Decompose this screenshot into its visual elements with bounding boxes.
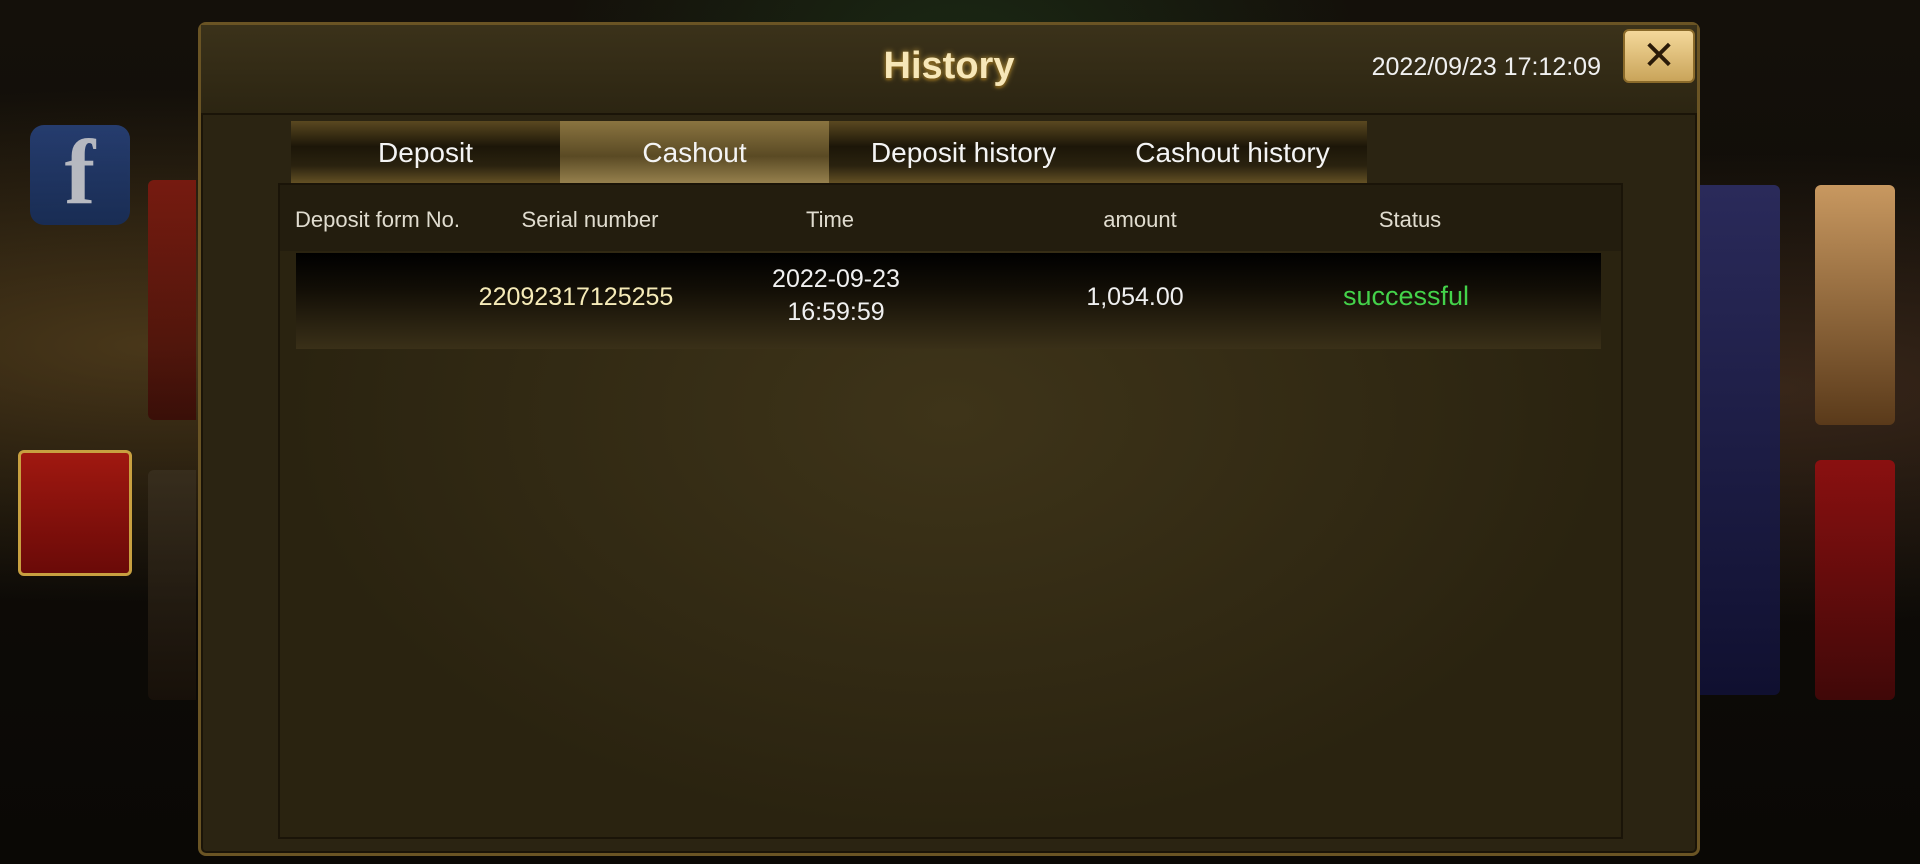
column-deposit-form-no: Deposit form No.: [294, 207, 461, 232]
column-status: Status: [1378, 207, 1442, 232]
game-card-left-1[interactable]: [148, 180, 196, 420]
current-datetime: 2022/09/23 17:12:09: [1371, 53, 1601, 81]
column-serial-number: Serial number: [521, 207, 659, 232]
history-modal: History 2022/09/23 17:12:09 ✕ Deposit Ca…: [198, 22, 1700, 856]
cell-amount: 1,054.00: [1086, 283, 1184, 311]
close-button[interactable]: ✕: [1623, 29, 1695, 83]
status-badge: successful: [1342, 281, 1470, 311]
column-amount: amount: [1103, 207, 1177, 232]
close-icon: ✕: [1642, 34, 1676, 78]
game-card-right-1[interactable]: [1700, 185, 1780, 695]
tab-cashout-history[interactable]: Cashout history: [1098, 121, 1367, 185]
tab-deposit[interactable]: Deposit: [291, 121, 560, 185]
side-banner[interactable]: [18, 450, 132, 576]
table-header: Deposit form No. Serial number Time amou…: [280, 185, 1621, 251]
modal-header: History 2022/09/23 17:12:09 ✕: [201, 25, 1697, 115]
history-tabs: Deposit Cashout Deposit history Cashout …: [291, 121, 1367, 185]
cell-time-clock: 16:59:59: [787, 298, 885, 326]
column-time: Time: [805, 207, 855, 232]
history-table: Deposit form No. Serial number Time amou…: [278, 183, 1623, 839]
facebook-icon[interactable]: f: [30, 121, 130, 225]
game-card-right-3[interactable]: [1815, 460, 1895, 700]
tab-cashout[interactable]: Cashout: [560, 121, 829, 185]
game-card-right-2[interactable]: [1815, 185, 1895, 425]
table-row[interactable]: 22092317125255 2022-09-23 16:59:59 1,054…: [296, 253, 1601, 349]
tab-deposit-history[interactable]: Deposit history: [829, 121, 1098, 185]
cell-serial-number: 22092317125255: [478, 283, 674, 311]
cell-time-date: 2022-09-23: [772, 265, 900, 293]
game-card-left-2[interactable]: [148, 470, 196, 700]
